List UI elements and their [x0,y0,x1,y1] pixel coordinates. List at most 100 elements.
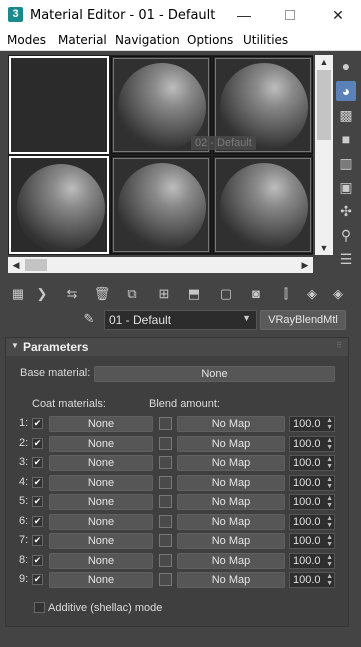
blend-map-button[interactable]: No Map [177,416,285,432]
sample-type-icon[interactable]: ● [336,56,356,76]
get-material-icon[interactable]: ▦ [8,284,28,304]
coat-material-button[interactable]: None [49,494,153,510]
select-by-material-icon[interactable]: ⚲ [336,225,356,245]
sample-slot-6[interactable] [213,156,313,254]
material-type-button[interactable]: VRayBlendMtl [260,310,346,330]
scroll-thumb[interactable] [25,259,47,271]
options-icon[interactable]: ✣ [336,201,356,221]
blend-map-button[interactable]: No Map [177,436,285,452]
additive-mode-checkbox[interactable] [34,602,45,613]
menu-modes[interactable]: Modes [7,33,46,47]
eyedropper-icon[interactable]: ✎ [80,311,98,329]
spinner-arrows-icon[interactable]: ▲ ▼ [326,417,333,431]
blend-color-swatch[interactable] [159,456,172,469]
scroll-down-icon[interactable]: ▼ [315,241,333,255]
blend-color-swatch[interactable] [159,495,172,508]
coat-material-button[interactable]: None [49,416,153,432]
blend-color-swatch[interactable] [159,476,172,489]
blend-map-button[interactable]: No Map [177,514,285,530]
blend-map-button[interactable]: No Map [177,572,285,588]
coat-enable-checkbox[interactable]: ✔ [32,535,43,546]
go-forward-icon[interactable]: ◈ [328,284,348,304]
blend-amount-spinner[interactable]: 100.0 ▲ ▼ [289,553,335,569]
menu-navigation[interactable]: Navigation [115,33,180,47]
blend-amount-spinner[interactable]: 100.0 ▲ ▼ [289,533,335,549]
scroll-up-icon[interactable]: ▲ [315,55,333,69]
blend-color-swatch[interactable] [159,417,172,430]
go-to-parent-icon[interactable]: ◈ [302,284,322,304]
blend-map-button[interactable]: No Map [177,494,285,510]
spinner-arrows-icon[interactable]: ▲ ▼ [326,437,333,451]
coat-material-button[interactable]: None [49,436,153,452]
coat-enable-checkbox[interactable]: ✔ [32,555,43,566]
sample-slot-1[interactable] [9,56,109,154]
blend-amount-spinner[interactable]: 100.0 ▲ ▼ [289,475,335,491]
close-button[interactable]: ✕ [318,0,358,30]
backlight-icon[interactable]: ◕ [336,81,356,101]
blend-map-button[interactable]: No Map [177,455,285,471]
coat-enable-checkbox[interactable]: ✔ [32,496,43,507]
blend-map-button[interactable]: No Map [177,553,285,569]
reset-map-icon[interactable]: 🗑 [92,284,112,304]
slots-horizontal-scrollbar[interactable]: ◀ ▶ [8,257,313,273]
scroll-thumb[interactable] [317,70,331,140]
sample-uv-tiling-icon[interactable]: ■ [336,129,356,149]
make-copy-icon[interactable]: ⧉ [122,284,142,304]
blend-color-swatch[interactable] [159,534,172,547]
blend-amount-spinner[interactable]: 100.0 ▲ ▼ [289,455,335,471]
blend-amount-spinner[interactable]: 100.0 ▲ ▼ [289,514,335,530]
blend-color-swatch[interactable] [159,515,172,528]
material-map-navigator-icon[interactable]: ☰ [336,249,356,269]
coat-enable-checkbox[interactable]: ✔ [32,457,43,468]
coat-enable-checkbox[interactable]: ✔ [32,477,43,488]
blend-amount-spinner[interactable]: 100.0 ▲ ▼ [289,436,335,452]
spinner-arrows-icon[interactable]: ▲ ▼ [326,476,333,490]
minimize-button[interactable]: — [224,0,264,30]
material-name-dropdown[interactable]: 01 - Default ▼ [104,310,257,330]
blend-color-swatch[interactable] [159,573,172,586]
coat-enable-checkbox[interactable]: ✔ [32,516,43,527]
coat-material-button[interactable]: None [49,553,153,569]
blend-color-swatch[interactable] [159,554,172,567]
parameters-header[interactable]: ▼ Parameters ⠿ [6,338,348,356]
menu-utilities[interactable]: Utilities [243,33,288,47]
show-shaded-icon[interactable]: ◙ [246,284,266,304]
video-color-check-icon[interactable]: ▥ [336,153,356,173]
blend-map-button[interactable]: No Map [177,475,285,491]
background-checker-icon[interactable]: ▩ [336,105,356,125]
blend-map-button[interactable]: No Map [177,533,285,549]
coat-enable-checkbox[interactable]: ✔ [32,574,43,585]
coat-material-button[interactable]: None [49,475,153,491]
spinner-arrows-icon[interactable]: ▲ ▼ [326,534,333,548]
blend-amount-spinner[interactable]: 100.0 ▲ ▼ [289,572,335,588]
spinner-arrows-icon[interactable]: ▲ ▼ [326,573,333,587]
slots-vertical-scrollbar[interactable]: ▲ ▼ [315,55,333,255]
spinner-arrows-icon[interactable]: ▲ ▼ [326,554,333,568]
menu-options[interactable]: Options [187,33,233,47]
assign-to-selection-icon[interactable]: ⇆ [62,284,82,304]
make-unique-icon[interactable]: ⊞ [154,284,174,304]
sample-slot-4[interactable] [9,156,109,254]
coat-material-button[interactable]: None [49,455,153,471]
scroll-left-icon[interactable]: ◀ [8,257,24,273]
blend-color-swatch[interactable] [159,437,172,450]
maximize-button[interactable] [270,0,310,30]
put-to-scene-icon[interactable]: ❯ [32,284,52,304]
spinner-arrows-icon[interactable]: ▲ ▼ [326,495,333,509]
coat-material-button[interactable]: None [49,533,153,549]
coat-enable-checkbox[interactable]: ✔ [32,438,43,449]
coat-enable-checkbox[interactable]: ✔ [32,418,43,429]
coat-material-button[interactable]: None [49,572,153,588]
show-end-result-icon[interactable]: ⫿ [276,284,296,304]
coat-material-button[interactable]: None [49,514,153,530]
blend-amount-spinner[interactable]: 100.0 ▲ ▼ [289,494,335,510]
make-preview-icon[interactable]: ▣ [336,177,356,197]
material-id-channel-icon[interactable]: ▢ [216,284,236,304]
scroll-right-icon[interactable]: ▶ [297,257,313,273]
spinner-arrows-icon[interactable]: ▲ ▼ [326,515,333,529]
base-material-button[interactable]: None [94,366,335,382]
put-to-library-icon[interactable]: ⬒ [184,284,204,304]
sample-slot-5[interactable] [111,156,211,254]
spinner-arrows-icon[interactable]: ▲ ▼ [326,456,333,470]
menu-material[interactable]: Material [58,33,107,47]
